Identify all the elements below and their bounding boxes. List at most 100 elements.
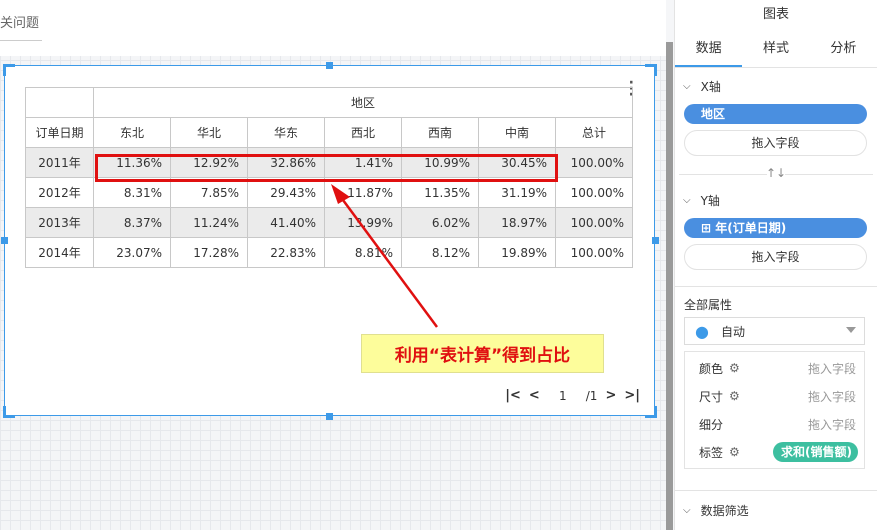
scrollbar-thumb[interactable] [666,42,673,530]
value-cell: 10.99% [401,147,479,178]
panel-title: 图表 [762,7,789,22]
total-cell: 100.00% [555,147,633,178]
y-axis-dropzone[interactable]: 拖入字段 [684,244,867,270]
top-tab-bar: 关问题 [0,0,666,56]
resize-handle[interactable] [1,237,8,244]
lightbulb-icon: ● [695,321,709,341]
next-page-button[interactable]: > [605,388,616,403]
property-size[interactable]: 尺寸 ⚙ 拖入字段 [685,382,864,410]
resize-handle[interactable] [326,413,333,420]
tab-analysis[interactable]: 分析 [810,30,877,67]
table-row: 2012年 8.31% 7.85% 29.43% 11.87% 11.35% 3… [25,177,633,208]
data-filter-section[interactable]: ⌵ 数据筛选 [675,490,877,530]
y-axis-field-pill[interactable]: ⊞ 年(订单日期) [684,218,867,238]
prev-page-button[interactable]: < [529,388,540,403]
resize-handle[interactable] [3,406,15,418]
vertical-scrollbar[interactable] [666,42,673,530]
value-cell: 29.43% [247,177,325,208]
value-cell: 18.97% [478,207,556,238]
value-cell: 11.87% [324,177,402,208]
table-row: 2013年 8.37% 11.24% 41.40% 13.99% 6.02% 1… [25,207,633,238]
value-cell: 30.45% [478,147,556,178]
tab-data[interactable]: 数据 [675,30,743,67]
tab-related-issues[interactable]: 关问题 [0,12,39,31]
total-cell: 100.00% [555,237,633,268]
value-cell: 32.86% [247,147,325,178]
value-cell: 19.89% [478,237,556,268]
gear-icon[interactable]: ⚙ [729,445,740,459]
tab-style[interactable]: 样式 [742,30,809,67]
value-cell: 41.40% [247,207,325,238]
annotation-callout: 利用“表计算”得到占比 [361,334,604,373]
resize-handle[interactable] [326,62,333,69]
property-dropzone[interactable]: 拖入字段 [808,416,856,433]
region-header: 中南 [478,117,556,148]
first-page-button[interactable]: |< [505,388,521,403]
chart-config-panel: 图表 数据 样式 分析 ⌵ X轴 地区 拖入字段 ↑↓ ⌵ Y轴 ⊞ 年(订单日… [674,0,877,530]
panel-tabs: 数据 样式 分析 [675,30,877,68]
value-cell: 8.37% [93,207,171,238]
data-filter-label: 数据筛选 [700,504,749,518]
year-cell: 2011年 [25,147,94,178]
column-group-header: 地区 [93,87,633,118]
value-cell: 11.35% [401,177,479,208]
region-header: 东北 [93,117,171,148]
value-cell: 22.83% [247,237,325,268]
value-cell: 31.19% [478,177,556,208]
total-cell: 100.00% [555,207,633,238]
row-header: 订单日期 [25,117,94,148]
chevron-down-icon: ⌵ [683,505,691,516]
gear-icon[interactable]: ⚙ [729,389,740,403]
property-label: 颜色 [699,361,724,376]
year-cell: 2013年 [25,207,94,238]
caret-down-icon [846,327,856,333]
table-row: 2014年 23.07% 17.28% 22.83% 8.81% 8.12% 1… [25,237,633,268]
all-properties-title: 全部属性 [684,298,733,312]
resize-handle[interactable] [645,406,657,418]
region-header: 华北 [170,117,248,148]
value-cell: 12.92% [170,147,248,178]
last-page-button[interactable]: >| [624,388,640,403]
y-axis-section[interactable]: ⌵ Y轴 [675,182,877,218]
property-detail[interactable]: 细分 拖入字段 [685,410,864,438]
pivot-table: 地区 订单日期 东北 华北 华东 西北 西南 中南 总计 2011年 11.36… [25,87,633,268]
x-axis-section[interactable]: ⌵ X轴 [675,68,877,104]
x-axis-dropzone[interactable]: 拖入字段 [684,130,867,156]
value-cell: 23.07% [93,237,171,268]
value-cell: 17.28% [170,237,248,268]
x-axis-field-pill[interactable]: 地区 [684,104,867,124]
value-cell: 11.36% [93,147,171,178]
pagination: |< < 1 /1 > >| [505,388,640,403]
mark-type-select[interactable]: ● 自动 [684,317,865,345]
properties-list: 颜色 ⚙ 拖入字段 尺寸 ⚙ 拖入字段 细分 拖入字段 标签 ⚙ 求和(销售额) [684,351,865,469]
x-axis-label: X轴 [700,79,721,94]
page-number-input[interactable]: 1 [548,389,578,403]
value-cell: 8.81% [324,237,402,268]
resize-handle[interactable] [3,64,15,76]
chevron-down-icon: ⌵ [683,194,691,206]
property-color[interactable]: 颜色 ⚙ 拖入字段 [685,354,864,382]
swap-axes-icon[interactable]: ↑↓ [675,166,877,182]
gear-icon[interactable]: ⚙ [729,361,740,375]
year-cell: 2014年 [25,237,94,268]
property-label: 细分 [699,417,724,432]
property-label: 尺寸 [699,389,724,404]
page-total: /1 [585,388,598,403]
property-label-row[interactable]: 标签 ⚙ 求和(销售额) [685,438,864,466]
year-cell: 2012年 [25,177,94,208]
region-header: 华东 [247,117,325,148]
y-axis-label: Y轴 [700,193,720,208]
value-cell: 8.31% [93,177,171,208]
property-dropzone[interactable]: 拖入字段 [808,360,856,377]
tab-underline [0,40,42,41]
value-cell: 7.85% [170,177,248,208]
region-header: 西北 [324,117,402,148]
resize-handle[interactable] [645,64,657,76]
label-field-pill[interactable]: 求和(销售额) [773,442,858,462]
value-cell: 11.24% [170,207,248,238]
corner-cell [25,87,94,118]
resize-handle[interactable] [652,237,659,244]
value-cell: 1.41% [324,147,402,178]
region-header: 西南 [401,117,479,148]
property-dropzone[interactable]: 拖入字段 [808,388,856,405]
